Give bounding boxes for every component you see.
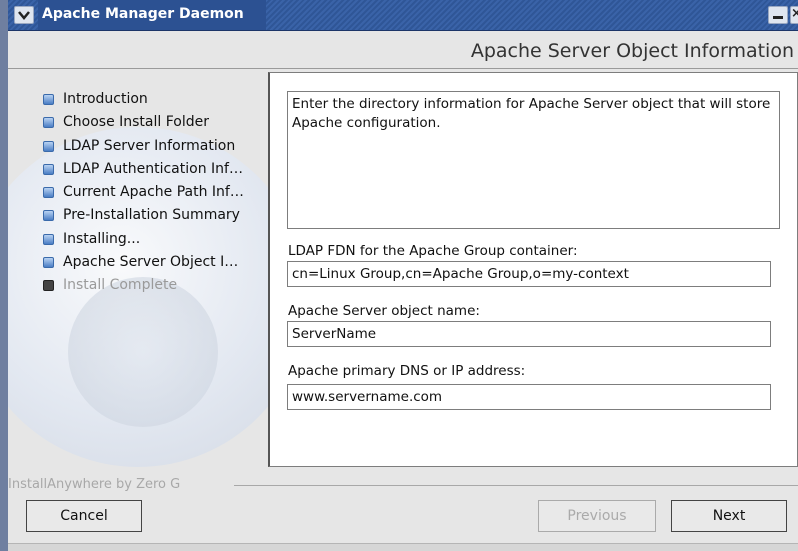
step-item: Current Apache Path Inf… xyxy=(43,183,244,206)
step-label: Install Complete xyxy=(63,277,178,294)
step-item: Pre-Installation Summary xyxy=(43,206,244,229)
header-divider xyxy=(8,68,798,69)
step-label: Apache Server Object I… xyxy=(63,254,239,271)
step-bullet-icon xyxy=(43,163,54,175)
title-bar[interactable]: Apache Manager Daemon × xyxy=(8,0,798,31)
step-label: Introduction xyxy=(63,91,148,107)
step-item: Installing... xyxy=(43,230,244,253)
page-title: Apache Server Object Information xyxy=(470,40,794,62)
window-bottom-border xyxy=(8,543,798,551)
step-label: Current Apache Path Inf… xyxy=(63,184,244,201)
minimize-button[interactable] xyxy=(768,6,788,24)
step-label: LDAP Authentication Inf… xyxy=(63,160,243,177)
step-bullet-icon xyxy=(43,257,54,269)
step-bullet-icon xyxy=(43,187,54,199)
close-icon: × xyxy=(791,7,798,21)
step-bullet-icon xyxy=(43,280,54,292)
minimize-icon xyxy=(773,16,783,19)
server-object-name-label: Apache Server object name: xyxy=(288,303,480,319)
group-container-label: LDAP FDN for the Apache Group container: xyxy=(288,243,578,259)
cancel-button[interactable]: Cancel xyxy=(26,500,142,532)
step-bullet-icon xyxy=(43,140,54,152)
step-label: Choose Install Folder xyxy=(63,114,209,131)
chevron-down-icon xyxy=(18,11,30,20)
step-bullet-icon xyxy=(43,94,54,105)
server-object-name-input[interactable]: ServerName xyxy=(287,321,771,347)
step-label: LDAP Server Information xyxy=(63,137,236,154)
previous-button[interactable]: Previous xyxy=(538,500,656,532)
step-item: LDAP Server Information xyxy=(43,137,244,160)
installer-brand: InstallAnywhere by Zero G xyxy=(8,477,181,492)
step-bullet-icon xyxy=(43,117,54,129)
next-button[interactable]: Next xyxy=(671,500,787,532)
step-item: Choose Install Folder xyxy=(43,113,244,136)
step-label: Installing... xyxy=(63,230,141,247)
steps-panel: Introduction Choose Install Folder LDAP … xyxy=(8,72,268,467)
step-item: Introduction xyxy=(43,90,244,113)
footer-divider xyxy=(234,485,798,486)
dns-address-label: Apache primary DNS or IP address: xyxy=(288,363,526,379)
window-title: Apache Manager Daemon xyxy=(38,0,266,30)
dns-address-input[interactable]: www.servername.com xyxy=(287,384,771,410)
window-menu-button[interactable] xyxy=(14,6,34,24)
step-bullet-icon xyxy=(43,210,54,222)
steps-list: Introduction Choose Install Folder LDAP … xyxy=(43,90,244,300)
installer-window: Apache Manager Daemon × Apache Server Ob… xyxy=(8,0,798,551)
group-container-input[interactable]: cn=Linux Group,cn=Apache Group,o=my-cont… xyxy=(287,261,771,287)
content-panel: Enter the directory information for Apac… xyxy=(268,72,798,467)
step-item-disabled: Install Complete xyxy=(43,276,244,299)
step-bullet-icon xyxy=(43,233,54,245)
step-item-current: Apache Server Object I… xyxy=(43,253,244,276)
description-text: Enter the directory information for Apac… xyxy=(287,91,780,229)
step-label: Pre-Installation Summary xyxy=(63,207,240,224)
step-item: LDAP Authentication Inf… xyxy=(43,160,244,183)
close-button[interactable]: × xyxy=(790,6,798,24)
